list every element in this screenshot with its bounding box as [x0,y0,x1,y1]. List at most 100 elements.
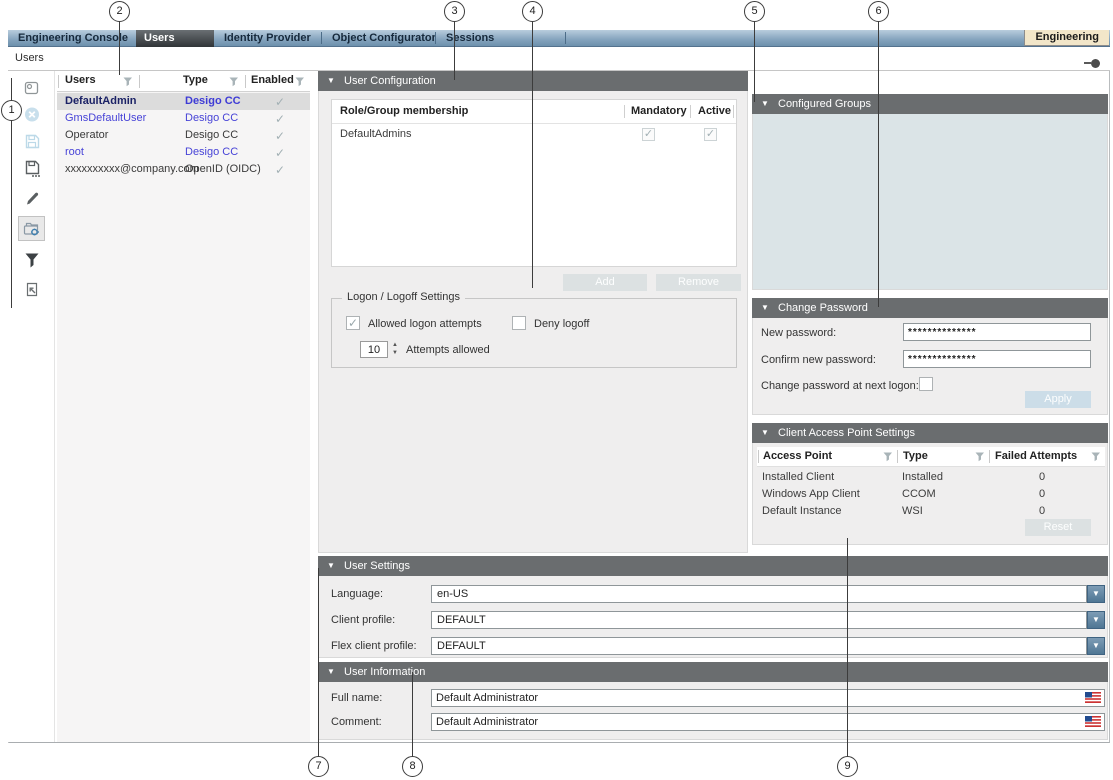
access-point-row[interactable]: Default Instance WSI 0 [757,503,1105,520]
attempts-spinner[interactable]: ▲ ▼ [390,341,400,358]
filter-funnel-icon[interactable] [123,77,134,87]
reset-button[interactable]: Reset [1025,519,1091,536]
add-button[interactable]: Add [563,274,647,291]
callout-1: 1 [1,100,22,121]
callout-line-6 [878,21,879,307]
toolbar-button-configure-groups[interactable] [18,216,45,241]
client-access-point-body: Access Point Type Failed Attempts Instal… [752,443,1108,545]
save-icon [23,133,41,150]
engineering-mode-button[interactable]: Engineering [1024,30,1109,46]
collapse-icon: ▼ [327,662,335,682]
user-information-body: Full name: Comment: [318,682,1108,740]
column-header-access-point: Access Point [763,450,832,462]
change-at-next-logon-checkbox[interactable] [919,377,933,391]
toolbar-button-delete[interactable] [18,102,45,127]
apply-button[interactable]: Apply [1025,391,1091,408]
role-group-table: Role/Group membership Mandatory Active D… [331,99,737,267]
toolbar-button-save[interactable] [18,129,45,154]
tab-object-configurator[interactable]: Object Configurator [324,30,444,47]
callout-line-7 [318,568,319,757]
flex-client-profile-dropdown-button[interactable]: ▼ [1087,637,1105,655]
active-checkbox[interactable]: ✓ [704,128,717,141]
user-row[interactable]: root Desigo CC ✓ [57,144,310,161]
callout-line-9 [847,538,848,757]
client-profile-dropdown-button[interactable]: ▼ [1087,611,1105,629]
client-profile-combobox[interactable]: DEFAULT [431,611,1087,629]
filter-funnel-icon[interactable] [1091,452,1102,462]
client-access-point-header[interactable]: ▼ Client Access Point Settings [752,423,1108,443]
toolbar-button-filter[interactable] [18,247,45,272]
column-header-users[interactable]: Users [65,74,96,86]
allowed-logon-attempts-label: Allowed logon attempts [368,318,482,330]
us-flag-icon [1085,716,1101,727]
flex-client-profile-combobox[interactable]: DEFAULT [431,637,1087,655]
enabled-check-icon: ✓ [275,94,285,111]
user-row[interactable]: Operator Desigo CC ✓ [57,127,310,144]
access-point-table-header: Access Point Type Failed Attempts [757,447,1105,467]
user-information-header[interactable]: ▼ User Information [318,662,1108,682]
filter-funnel-icon[interactable] [883,452,894,462]
logon-logoff-settings-group: Logon / Logoff Settings ✓ Allowed logon … [331,298,737,368]
change-password-header[interactable]: ▼ Change Password [752,298,1108,318]
enabled-check-icon: ✓ [275,128,285,145]
callout-4: 4 [522,1,543,22]
tab-identity-provider[interactable]: Identity Provider [216,30,319,47]
user-settings-header[interactable]: ▼ User Settings [318,556,1108,576]
user-row[interactable]: DefaultAdmin Desigo CC ✓ [57,93,310,110]
remove-button[interactable]: Remove [656,274,741,291]
left-toolbar [8,71,55,742]
tab-engineering-console[interactable]: Engineering Console [10,30,136,47]
users-list-panel: Users Type Enabled DefaultAdmin Desigo C… [57,71,310,742]
role-group-row[interactable]: DefaultAdmins ✓ ✓ [332,124,736,144]
delete-icon [23,106,41,123]
confirm-password-field[interactable] [903,350,1091,368]
column-header-type[interactable]: Type [183,74,208,86]
comment-field[interactable] [431,713,1105,731]
user-row[interactable]: xxxxxxxxxx@company.com OpenID (OIDC) ✓ [57,161,310,178]
filter-funnel-icon[interactable] [295,77,306,87]
column-header-enabled[interactable]: Enabled [251,74,294,86]
toolbar-button-tag[interactable] [18,76,45,101]
role-group-table-header: Role/Group membership Mandatory Active [332,100,736,124]
column-header-failed-attempts: Failed Attempts [995,450,1077,462]
deny-logoff-label: Deny logoff [534,318,589,330]
tab-sessions[interactable]: Sessions [438,30,502,47]
full-name-label: Full name: [331,692,382,704]
full-name-field[interactable] [431,689,1105,707]
user-configuration-header[interactable]: ▼ User Configuration [318,71,748,91]
tab-separator [321,32,322,44]
pin-icon[interactable] [1084,57,1100,69]
allowed-logon-attempts-checkbox[interactable]: ✓ [346,316,360,330]
callout-8: 8 [402,756,423,777]
toolbar-button-export[interactable] [18,277,45,302]
configured-groups-header[interactable]: ▼ Configured Groups [752,94,1108,114]
chevron-down-icon: ▼ [1092,641,1100,650]
user-settings-body: Language: en-US ▼ Client profile: DEFAUL… [318,576,1108,658]
column-header-mandatory: Mandatory [631,105,687,117]
callout-3: 3 [444,1,465,22]
user-row[interactable]: GmsDefaultUser Desigo CC ✓ [57,110,310,127]
access-point-row[interactable]: Installed Client Installed 0 [757,469,1105,486]
filter-funnel-icon[interactable] [229,77,240,87]
access-point-row[interactable]: Windows App Client CCOM 0 [757,486,1105,503]
attempts-allowed-input[interactable]: 10 [360,341,388,358]
language-combobox[interactable]: en-US [431,585,1087,603]
callout-5: 5 [744,1,765,22]
deny-logoff-checkbox[interactable] [512,316,526,330]
mandatory-checkbox[interactable]: ✓ [642,128,655,141]
new-password-field[interactable] [903,323,1091,341]
toolbar-button-edit[interactable] [18,186,45,211]
flex-client-profile-label: Flex client profile: [331,640,417,652]
desigo-cc-users-admin-screen: Engineering Console Users Identity Provi… [0,0,1113,780]
column-header-type: Type [903,450,928,462]
callout-2: 2 [109,1,130,22]
tab-separator [565,32,566,44]
language-label: Language: [331,588,383,600]
toolbar-button-save-as[interactable] [18,156,45,181]
language-dropdown-button[interactable]: ▼ [1087,585,1105,603]
tab-users[interactable]: Users [136,30,214,47]
collapse-icon: ▼ [761,298,769,318]
enabled-check-icon: ✓ [275,162,285,179]
filter-funnel-icon[interactable] [975,452,986,462]
save-as-icon [23,159,41,178]
